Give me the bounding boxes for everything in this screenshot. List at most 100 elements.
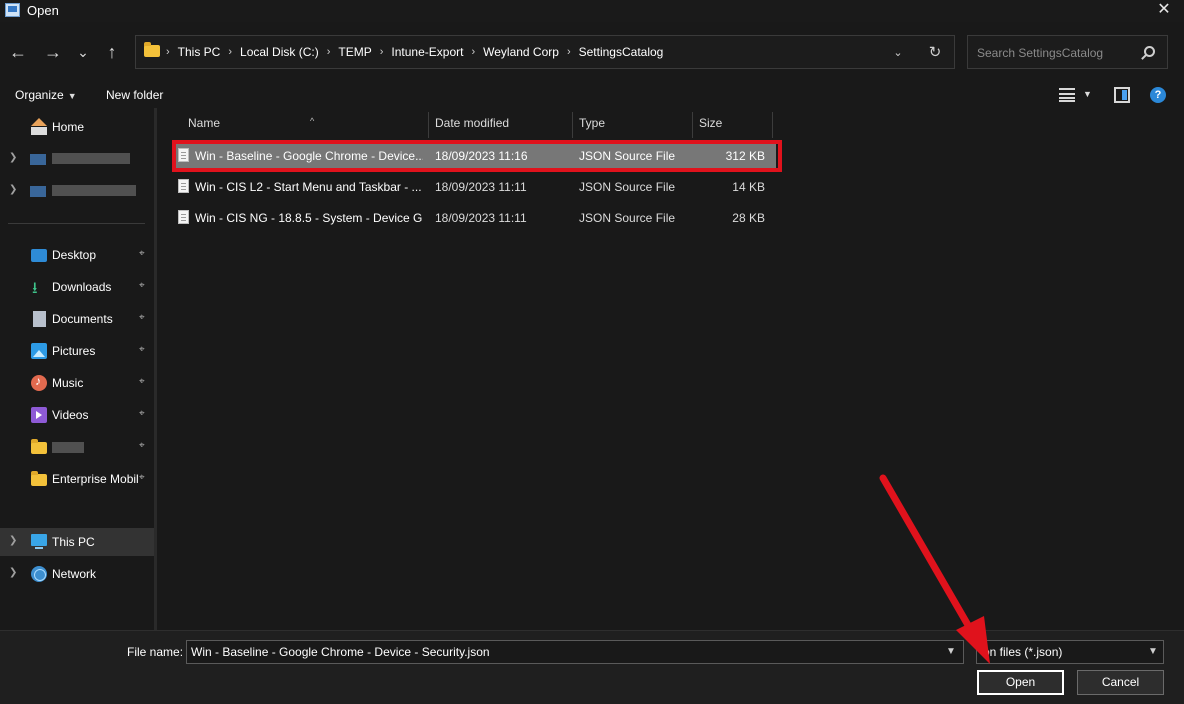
home-icon	[31, 118, 47, 135]
file-date: 18/09/2023 11:11	[435, 180, 527, 194]
sidebar-item-redacted-folder[interactable]: ⌖	[0, 433, 154, 461]
dialog-app-icon	[5, 3, 20, 17]
sidebar-item-videos[interactable]: Videos ⌖	[0, 401, 154, 429]
back-arrow-icon[interactable]: ←	[5, 38, 31, 66]
chevron-right-icon[interactable]: ❯	[9, 184, 17, 195]
breadcrumb-intune-export[interactable]: Intune-Export	[391, 45, 463, 59]
column-header-label: Name	[188, 116, 221, 130]
file-type: JSON Source File	[579, 180, 676, 194]
sidebar-item-network[interactable]: ❯ Network	[0, 560, 154, 588]
sidebar-item-this-pc[interactable]: ❯ This PC	[0, 528, 154, 556]
file-name: Win - CIS NG - 18.8.5 - System - Device …	[195, 211, 423, 225]
breadcrumb-separator: ›	[326, 46, 331, 58]
view-options-chevron-icon[interactable]: ▼	[1083, 89, 1092, 99]
column-header-type[interactable]: Type	[573, 108, 692, 138]
file-name-input[interactable]: Win - Baseline - Google Chrome - Device …	[186, 640, 964, 664]
sidebar-item-label: Videos	[52, 408, 89, 422]
help-icon[interactable]: ?	[1150, 87, 1166, 103]
desktop-icon	[31, 249, 47, 262]
file-row[interactable]: Win - CIS NG - 18.8.5 - System - Device …	[172, 204, 776, 232]
breadcrumb: › This PC › Local Disk (C:) › TEMP › Int…	[166, 36, 663, 68]
breadcrumb-weyland-corp[interactable]: Weyland Corp	[483, 45, 559, 59]
chevron-right-icon[interactable]: ❯	[9, 567, 17, 578]
preview-pane-icon[interactable]	[1114, 87, 1130, 103]
details-view-icon[interactable]	[1059, 88, 1075, 102]
breadcrumb-separator: ›	[471, 46, 476, 58]
column-divider[interactable]	[772, 112, 773, 138]
music-icon	[31, 374, 47, 391]
file-row[interactable]: Win - CIS L2 - Start Menu and Taskbar - …	[172, 173, 776, 201]
file-name-dropdown-icon[interactable]: ▼	[946, 646, 956, 657]
breadcrumb-separator: ›	[228, 46, 233, 58]
this-pc-icon	[31, 534, 47, 549]
redacted-label	[52, 442, 84, 453]
chevron-right-icon[interactable]: ❯	[9, 152, 17, 163]
forward-arrow-icon[interactable]: →	[40, 38, 66, 66]
sidebar-item-redacted-2[interactable]: ❯	[0, 177, 154, 205]
file-list: Name ^ Date modified Type Size Win - Bas…	[172, 108, 1184, 630]
redacted-label	[52, 185, 136, 196]
folder-icon	[144, 42, 160, 57]
sidebar-item-label: This PC	[52, 535, 95, 549]
sidebar-item-redacted-1[interactable]: ❯	[0, 145, 154, 173]
search-input[interactable]: Search SettingsCatalog	[977, 46, 1103, 60]
breadcrumb-local-disk[interactable]: Local Disk (C:)	[240, 45, 319, 59]
column-header-date[interactable]: Date modified	[429, 108, 572, 138]
open-button[interactable]: Open	[977, 670, 1064, 695]
cancel-button[interactable]: Cancel	[1077, 670, 1164, 695]
breadcrumb-this-pc[interactable]: This PC	[178, 45, 221, 59]
sidebar-item-label: Music	[52, 376, 84, 390]
onedrive-icon	[30, 154, 46, 165]
new-folder-button[interactable]: New folder	[106, 88, 163, 102]
pin-icon: ⌖	[139, 344, 145, 355]
breadcrumb-settings-catalog[interactable]: SettingsCatalog	[579, 45, 664, 59]
pin-icon: ⌖	[139, 248, 145, 259]
sidebar-item-documents[interactable]: Documents ⌖	[0, 305, 154, 333]
recent-locations-chevron-icon[interactable]: ⌄	[70, 38, 96, 66]
file-type-filter-select[interactable]: on files (*.json)	[976, 640, 1164, 664]
close-icon[interactable]: ✕	[1152, 0, 1176, 22]
file-name-label: File name:	[127, 645, 184, 659]
organize-menu[interactable]: Organize ▼	[15, 88, 77, 102]
sidebar-item-music[interactable]: Music ⌖	[0, 369, 154, 397]
chevron-right-icon[interactable]: ❯	[9, 535, 17, 546]
address-dropdown-icon[interactable]: ⌄	[888, 43, 908, 63]
breadcrumb-separator: ›	[166, 46, 170, 58]
navigation-pane: Home ❯ ❯ Desktop ⌖ Downloads ⌖ Documents…	[0, 108, 154, 630]
sidebar-item-enterprise-mobil[interactable]: Enterprise Mobil ⌖	[0, 465, 154, 493]
sidebar-item-downloads[interactable]: Downloads ⌖	[0, 273, 154, 304]
sidebar-item-label: Pictures	[52, 344, 96, 358]
json-file-icon	[178, 210, 189, 224]
column-header-name[interactable]: Name ^	[182, 108, 428, 138]
sidebar-item-label: Desktop	[52, 248, 97, 262]
annotation-highlight-box	[172, 140, 782, 172]
sidebar-item-desktop[interactable]: Desktop ⌖	[0, 241, 154, 269]
sidebar-item-label: Enterprise Mobil	[52, 472, 138, 486]
sidebar-item-label: Network	[52, 567, 97, 581]
pin-icon: ⌖	[139, 408, 145, 419]
breadcrumb-temp[interactable]: TEMP	[338, 45, 371, 59]
bottom-panel: File name: Win - Baseline - Google Chrom…	[0, 630, 1184, 704]
sidebar-item-label: Downloads	[52, 280, 112, 294]
json-file-icon	[178, 179, 189, 193]
filter-dropdown-icon[interactable]: ▼	[1148, 646, 1158, 657]
folder-icon	[31, 439, 47, 454]
title-bar: Open ✕	[0, 0, 1184, 22]
file-size: 28 KB	[732, 211, 765, 225]
search-icon[interactable]	[1144, 46, 1155, 57]
pictures-icon	[31, 343, 47, 359]
onedrive-icon	[30, 186, 46, 197]
sidebar-item-pictures[interactable]: Pictures ⌖	[0, 337, 154, 365]
file-date: 18/09/2023 11:11	[435, 211, 527, 225]
downloads-icon	[31, 277, 47, 304]
column-header-size[interactable]: Size	[693, 108, 772, 138]
address-bar[interactable]: › This PC › Local Disk (C:) › TEMP › Int…	[135, 35, 955, 69]
videos-icon	[31, 407, 47, 423]
sidebar-item-home[interactable]: Home	[0, 113, 154, 141]
search-box[interactable]: Search SettingsCatalog	[967, 35, 1168, 69]
network-icon	[31, 566, 47, 582]
refresh-icon[interactable]: ↻	[924, 42, 946, 64]
sidebar-scrollbar[interactable]	[154, 108, 157, 630]
file-type: JSON Source File	[579, 211, 676, 225]
up-arrow-icon[interactable]: ↑	[99, 38, 125, 66]
